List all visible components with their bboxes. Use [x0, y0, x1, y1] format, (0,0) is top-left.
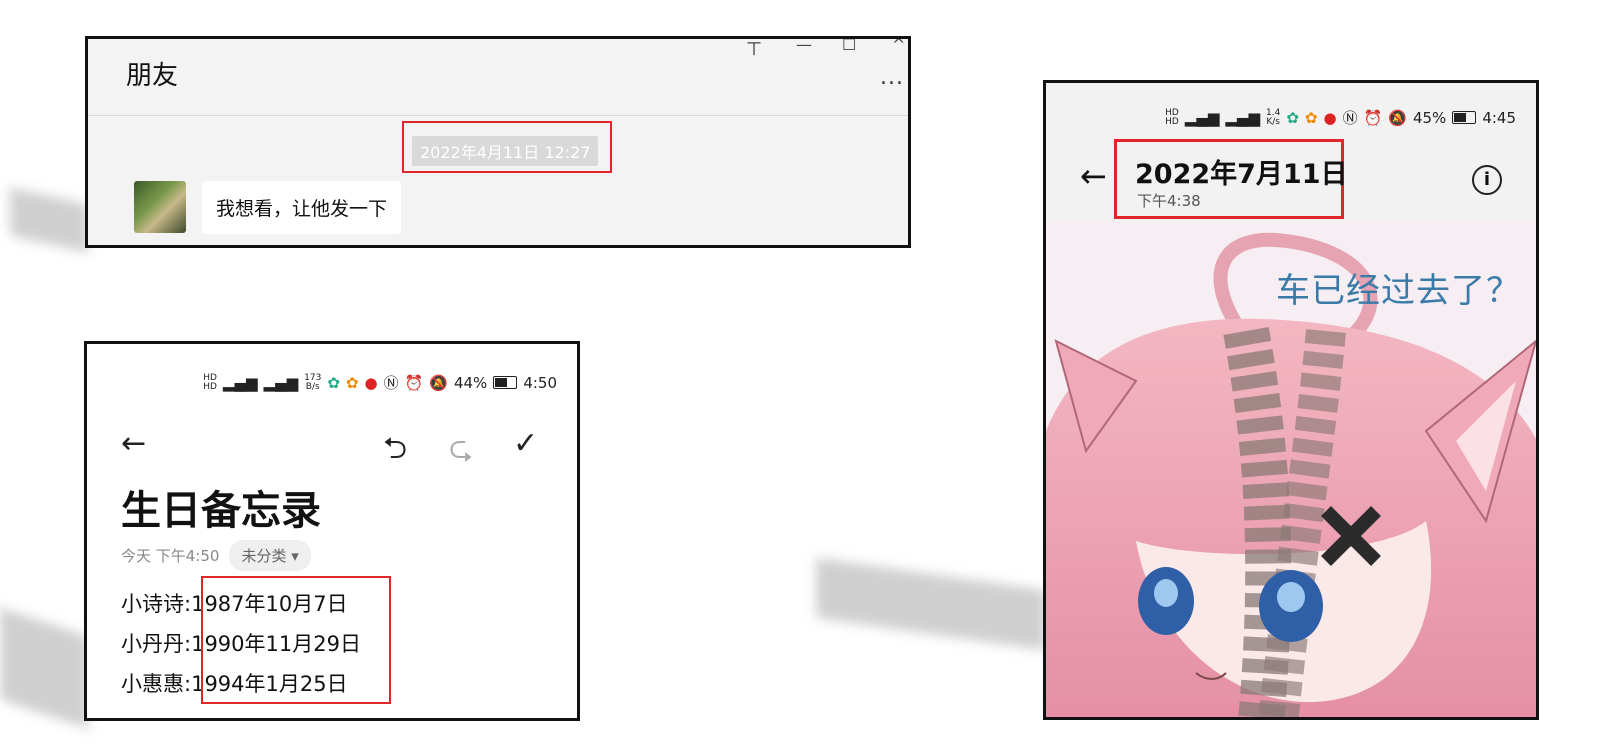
more-icon[interactable]: ...: [880, 65, 904, 90]
app-icon: ✿: [327, 373, 340, 392]
image-caption: 车已经过去了？: [1276, 271, 1521, 311]
network-speed: 173 B/s: [304, 372, 322, 392]
checkmark-icon[interactable]: ✓: [513, 426, 538, 461]
date-highlight: 2022年7月11日 下午4:38: [1114, 139, 1348, 219]
panel-shadow: [0, 607, 88, 729]
hd-icon: HD HD: [203, 372, 217, 392]
app-icon: ✿: [1304, 108, 1318, 127]
network-speed: 1.4 K/s: [1266, 107, 1281, 127]
photo-time: 下午4:38: [1137, 192, 1201, 210]
entry-name: 小诗诗:: [121, 592, 192, 616]
battery-icon: [493, 376, 518, 389]
anime-image[interactable]: 车已经过去了？: [1046, 221, 1536, 717]
nfc-icon: Ⓝ: [383, 374, 399, 392]
chat-window: 朋友 ㄒ — ☐ ^ ... 2022年4月11日 12:27 我想看，让他发一…: [85, 36, 911, 248]
status-bar: HD HD ▂▄▆ ▂▄▆ 1.4 K/s ✿ ✿ ● Ⓝ ⏰ 🔕 45% 4:45: [1165, 107, 1516, 128]
chat-title: 朋友: [126, 61, 179, 91]
signal-icon: ▂▄▆: [1184, 108, 1220, 127]
hd-icon: HD HD: [1165, 107, 1179, 127]
dates-highlight: [201, 576, 391, 704]
image-viewer-screen: HD HD ▂▄▆ ▂▄▆ 1.4 K/s ✿ ✿ ● Ⓝ ⏰ 🔕 45% 4:45…: [1043, 80, 1539, 720]
signal-icon: ▂▄▆: [263, 373, 299, 392]
message-timestamp: 2022年4月11日 12:27: [412, 136, 599, 166]
undo-icon[interactable]: ⮌: [383, 426, 407, 477]
info-icon[interactable]: i: [1472, 165, 1502, 195]
back-arrow-icon[interactable]: ←: [121, 426, 146, 461]
alarm-icon: ⏰: [1363, 108, 1383, 127]
battery-percent: 45%: [1412, 108, 1447, 127]
alarm-icon: ⏰: [404, 373, 424, 392]
signal-icon: ▂▄▆: [1225, 108, 1260, 127]
battery-percent: 44%: [453, 373, 488, 392]
app-icon: ✿: [1286, 108, 1299, 127]
mute-icon: 🔕: [429, 373, 448, 392]
clock: 4:45: [1482, 108, 1516, 127]
panel-shadow: [10, 187, 88, 253]
back-arrow-icon[interactable]: ←: [1080, 157, 1107, 195]
memo-screen: HD HD ▂▄▆ ▂▄▆ 173 B/s ✿ ✿ ● Ⓝ ⏰ 🔕 44% 4:50…: [84, 341, 580, 721]
message-bubble[interactable]: 我想看，让他发一下: [202, 181, 402, 234]
redo-icon[interactable]: ⮎: [449, 426, 473, 477]
status-bar: HD HD ▂▄▆ ▂▄▆ 173 B/s ✿ ✿ ● Ⓝ ⏰ 🔕 44% 4:50: [203, 372, 557, 393]
entry-name: 小丹丹:: [121, 632, 192, 656]
memo-title: 生日备忘录: [121, 488, 321, 534]
nfc-icon: Ⓝ: [1342, 109, 1358, 127]
clock: 4:50: [523, 373, 557, 392]
minimize-icon[interactable]: —: [796, 39, 812, 54]
pin-icon[interactable]: ㄒ: [746, 39, 762, 59]
chat-header: 朋友 ㄒ — ☐ ^ ...: [88, 39, 908, 116]
maximize-icon[interactable]: ☐: [842, 39, 856, 54]
category-dropdown[interactable]: 未分类 ▾: [229, 540, 311, 571]
timestamp-highlight: 2022年4月11日 12:27: [402, 121, 612, 173]
memo-meta: 今天 下午4:50 未分类 ▾: [121, 540, 311, 571]
app-icon: ✿: [345, 373, 359, 392]
collapse-icon[interactable]: ^: [892, 39, 905, 54]
app-icon: ●: [364, 373, 378, 392]
photo-date: 2022年7月11日: [1135, 159, 1348, 190]
battery-icon: [1452, 111, 1477, 124]
memo-timestamp: 今天 下午4:50: [121, 547, 220, 565]
mute-icon: 🔕: [1388, 108, 1407, 127]
panel-shadow: [816, 557, 1046, 651]
app-icon: ●: [1323, 108, 1337, 127]
signal-icon: ▂▄▆: [222, 373, 258, 392]
entry-name: 小惠惠:: [121, 672, 192, 696]
avatar[interactable]: [134, 181, 186, 233]
